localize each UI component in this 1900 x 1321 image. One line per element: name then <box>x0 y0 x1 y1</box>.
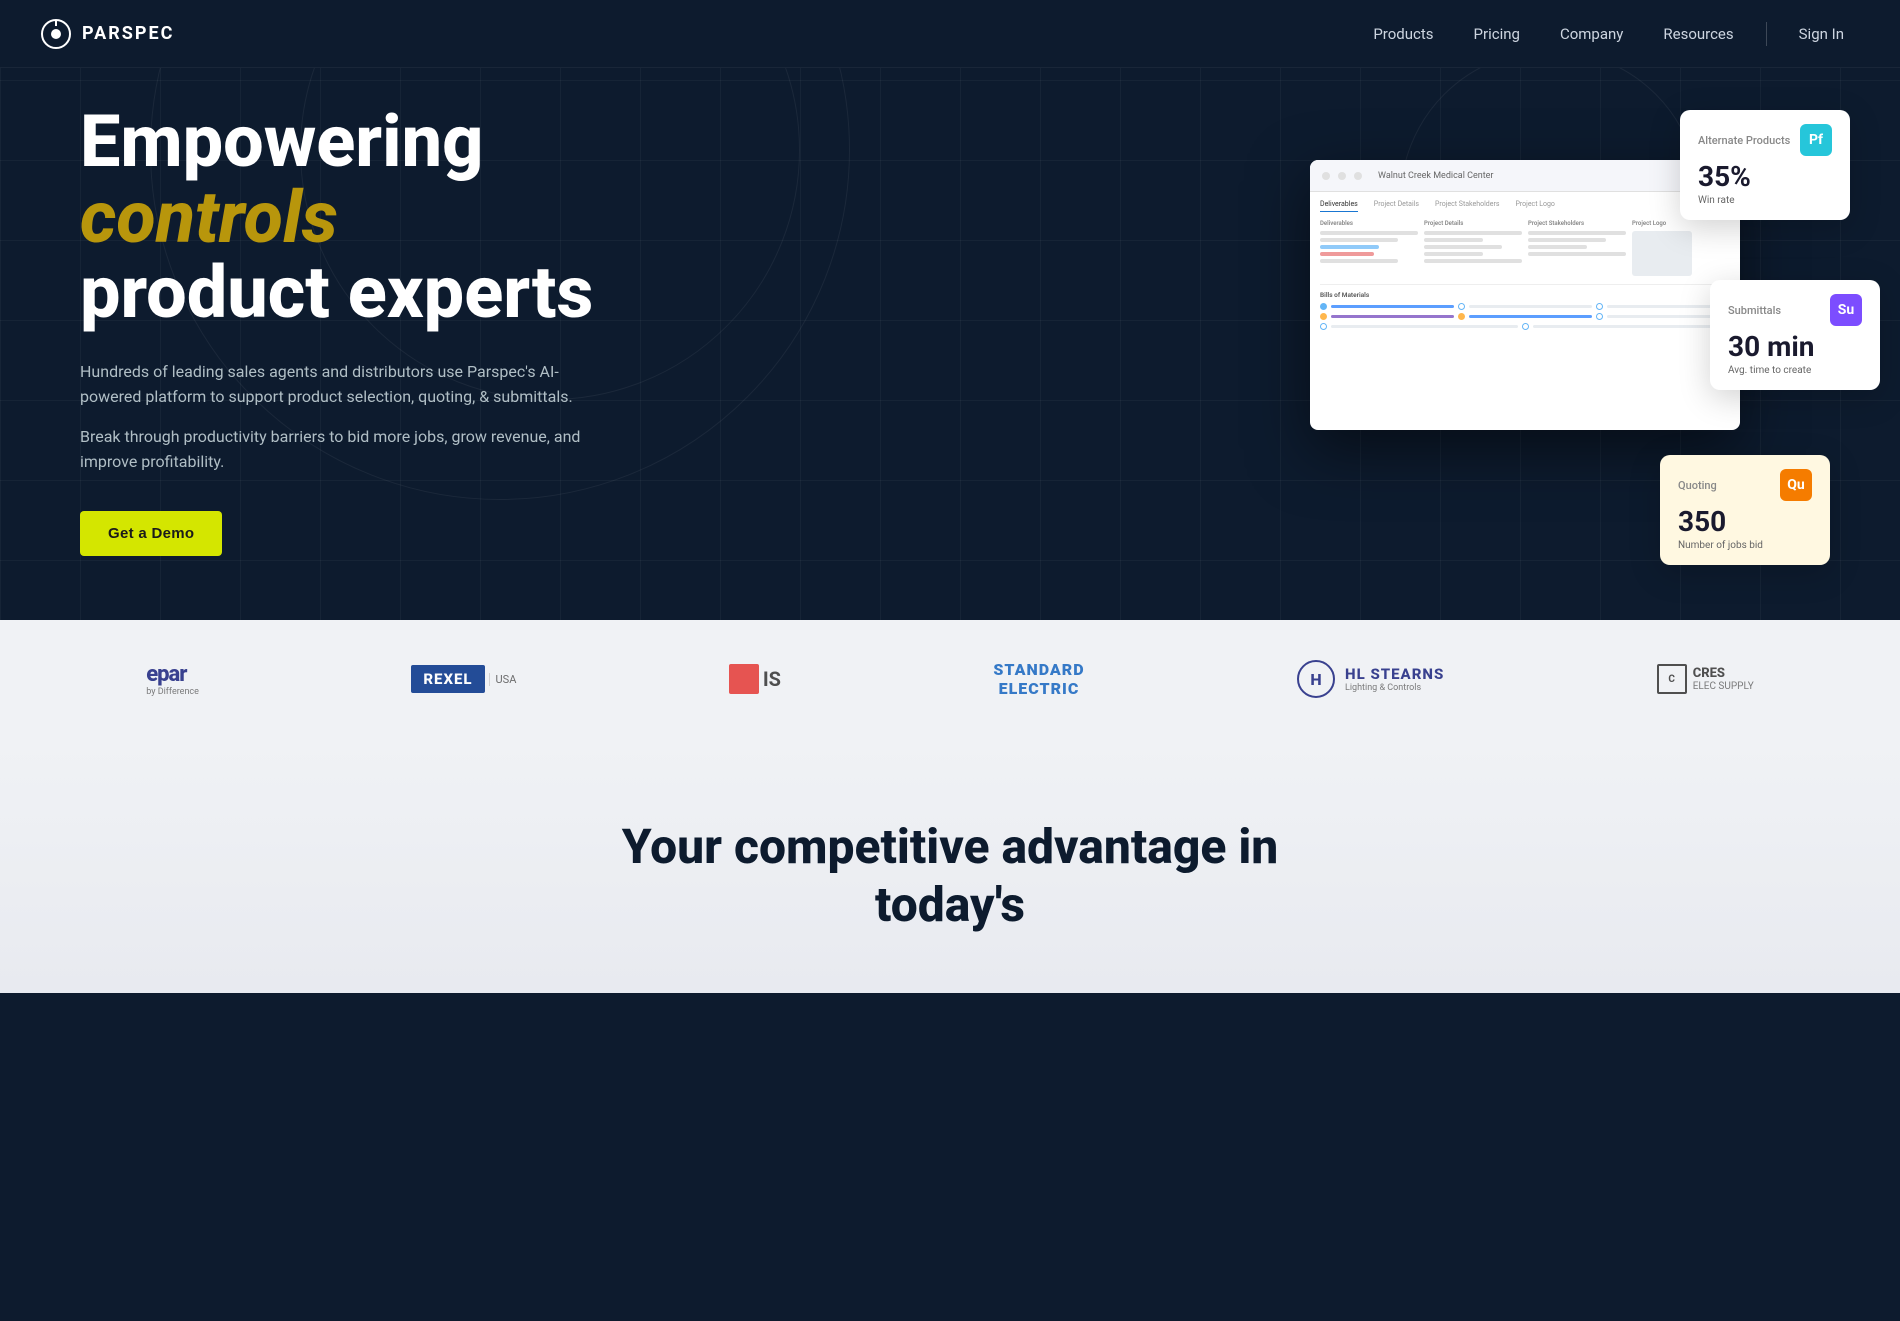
logo[interactable]: PARSPEC <box>40 18 174 50</box>
stat-value-su: 30 min <box>1728 332 1862 363</box>
cres-sub: ELEC SUPPLY <box>1693 681 1754 692</box>
tab-deliverables[interactable]: Deliverables <box>1320 200 1358 212</box>
col-project-details: Project Details <box>1424 220 1522 276</box>
signin-link[interactable]: Sign In <box>1783 17 1860 51</box>
cres-text: CRES <box>1693 666 1754 681</box>
logo-is-box <box>729 664 759 694</box>
col-logo: Project Logo <box>1632 220 1730 276</box>
stat-label-pf: Alternate Products <box>1698 134 1790 147</box>
nav-products[interactable]: Products <box>1357 17 1449 51</box>
logo-epar: epar by Difference <box>146 662 199 697</box>
bom-row-1 <box>1320 303 1730 310</box>
tab-project-stakeholders[interactable]: Project Stakeholders <box>1435 200 1499 212</box>
hero-title-highlight: controls <box>80 175 338 260</box>
bom-label: Bills of Materials <box>1320 291 1730 299</box>
stat-card-quoting: Quoting Qu 350 Number of jobs bid <box>1660 455 1830 565</box>
bom-row-2 <box>1320 313 1730 320</box>
logo-rexel-usa: USA <box>489 673 517 686</box>
stat-sub-qu: Number of jobs bid <box>1678 540 1812 551</box>
logo-hl-stearns: H HL STEARNS Lighting & Controls <box>1297 660 1444 698</box>
nav-pricing[interactable]: Pricing <box>1458 17 1536 51</box>
logo-is-text: IS <box>763 667 781 691</box>
dashboard-mockup: Walnut Creek Medical Center Deliverables… <box>1310 160 1740 430</box>
bom-section: Bills of Materials <box>1320 284 1730 330</box>
cres-icon: C <box>1657 664 1687 694</box>
stat-label-su: Submittals <box>1728 304 1781 317</box>
dashboard-header: Walnut Creek Medical Center <box>1310 160 1740 192</box>
project-logo-img <box>1632 231 1692 276</box>
window-dot-1 <box>1322 172 1330 180</box>
logo-epar-text: epar <box>146 662 186 687</box>
dashboard-grid: Deliverables Project Details <box>1320 220 1730 276</box>
logo-rexel: REXEL USA <box>411 665 516 693</box>
col-deliverables: Deliverables <box>1320 220 1418 276</box>
logo-epar-sub: by Difference <box>146 687 199 697</box>
hero-desc-1: Hundreds of leading sales agents and dis… <box>80 359 600 410</box>
window-dot-2 <box>1338 172 1346 180</box>
navbar: PARSPEC Products Pricing Company Resourc… <box>0 0 1900 68</box>
hero-desc-2: Break through productivity barriers to b… <box>80 424 600 475</box>
nav-resources[interactable]: Resources <box>1647 17 1749 51</box>
hero-title-line1: Empowering <box>80 99 483 184</box>
hero-content: Empowering controls product experts Hund… <box>80 104 600 556</box>
get-demo-button[interactable]: Get a Demo <box>80 511 222 556</box>
stat-card-alternate-products: Alternate Products Pf 35% Win rate <box>1680 110 1850 220</box>
bottom-title: Your competitive advantage in today's <box>600 818 1300 933</box>
hero-visual: Walnut Creek Medical Center Deliverables… <box>1220 80 1880 620</box>
hl-icon: H <box>1297 660 1335 698</box>
stat-icon-qu: Qu <box>1780 469 1812 501</box>
nav-divider <box>1766 22 1767 46</box>
stat-label-qu: Quoting <box>1678 479 1717 492</box>
hl-stearns-text: HL STEARNS <box>1345 665 1444 683</box>
bom-row-3 <box>1320 323 1730 330</box>
stat-sub-pf: Win rate <box>1698 195 1832 206</box>
logo-standard-text: STANDARD <box>993 660 1084 679</box>
stat-sub-su: Avg. time to create <box>1728 365 1862 376</box>
logo-standard-electric: STANDARD ELECTRIC <box>993 660 1084 698</box>
logo-rexel-text: REXEL <box>411 665 484 693</box>
stat-card-header-su: Submittals Su <box>1728 294 1862 326</box>
logo-electric-text: ELECTRIC <box>993 679 1084 698</box>
hl-stearns-sub: Lighting & Controls <box>1345 683 1444 693</box>
bottom-section: Your competitive advantage in today's <box>0 738 1900 993</box>
hero-title: Empowering controls product experts <box>80 104 600 331</box>
hero-section: Empowering controls product experts Hund… <box>0 0 1900 620</box>
tab-project-logo[interactable]: Project Logo <box>1515 200 1554 212</box>
stat-card-header-qu: Quoting Qu <box>1678 469 1812 501</box>
window-dot-3 <box>1354 172 1362 180</box>
logo-text: PARSPEC <box>82 23 174 44</box>
tab-project-details[interactable]: Project Details <box>1374 200 1419 212</box>
logo-icon <box>40 18 72 50</box>
stat-icon-pf: Pf <box>1800 124 1832 156</box>
nav-company[interactable]: Company <box>1544 17 1639 51</box>
stat-card-submittals: Submittals Su 30 min Avg. time to create <box>1710 280 1880 390</box>
stat-icon-su: Su <box>1830 294 1862 326</box>
dashboard-body: Deliverables Project Details Project Sta… <box>1310 192 1740 341</box>
col-stakeholders: Project Stakeholders <box>1528 220 1626 276</box>
logo-is: IS <box>729 664 781 694</box>
logo-cres: C CRES ELEC SUPPLY <box>1657 664 1754 694</box>
logo-strip: epar by Difference REXEL USA IS STANDARD… <box>0 620 1900 738</box>
stat-value-pf: 35% <box>1698 162 1832 193</box>
project-name: Walnut Creek Medical Center <box>1378 171 1493 181</box>
stat-value-qu: 350 <box>1678 507 1812 538</box>
nav-links: Products Pricing Company Resources Sign … <box>1357 17 1860 51</box>
stat-card-header-pf: Alternate Products Pf <box>1698 124 1832 156</box>
dashboard-tabs: Deliverables Project Details Project Sta… <box>1320 200 1730 212</box>
hero-title-line2: product experts <box>80 250 593 335</box>
